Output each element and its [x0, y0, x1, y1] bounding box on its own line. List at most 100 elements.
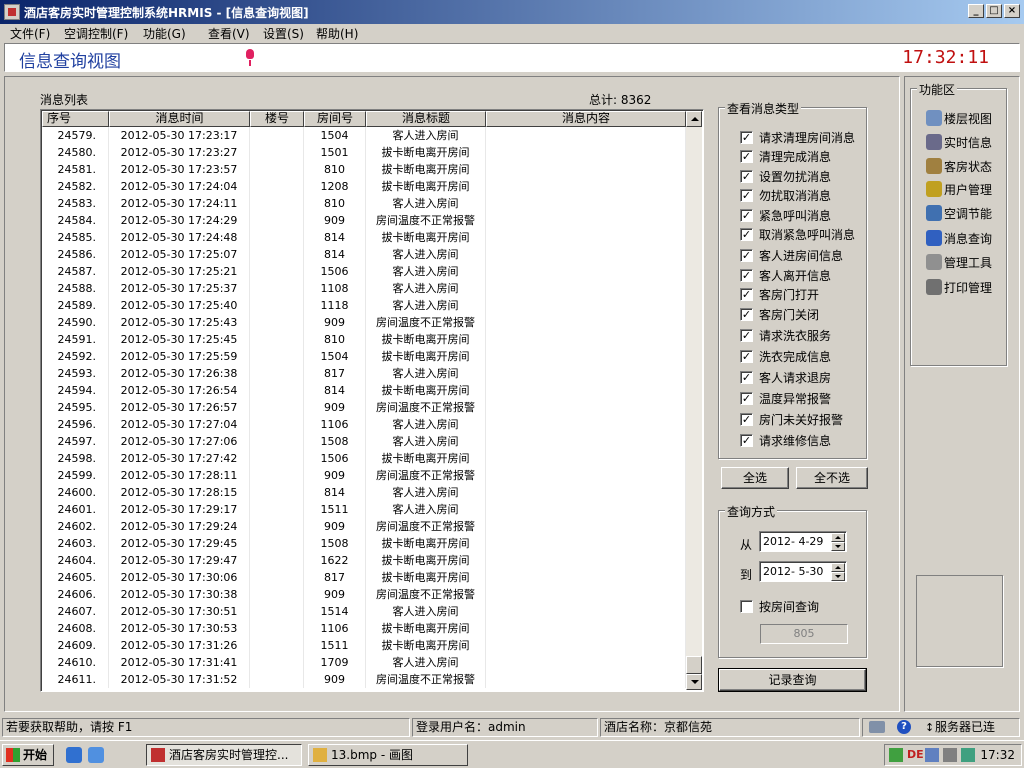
table-row[interactable]: 24601.2012-05-30 17:29:171511客人进入房间 [42, 501, 686, 518]
message-type-checkbox-row[interactable]: ✓请求洗衣服务 [740, 327, 831, 343]
table-row[interactable]: 24608.2012-05-30 17:30:531106拔卡断电离开房间 [42, 620, 686, 637]
help-icon[interactable]: ? [897, 720, 911, 734]
table-row[interactable]: 24582.2012-05-30 17:24:041208拔卡断电离开房间 [42, 178, 686, 195]
function-item[interactable]: 用户管理 [926, 179, 992, 199]
column-seq[interactable]: 序号 [42, 111, 109, 127]
table-row[interactable]: 24585.2012-05-30 17:24:48814拔卡断电离开房间 [42, 229, 686, 246]
close-button[interactable]: × [1004, 4, 1020, 18]
scroll-up-arrow-icon[interactable] [686, 111, 702, 127]
column-time[interactable]: 消息时间 [109, 111, 250, 127]
table-row[interactable]: 24588.2012-05-30 17:25:371108客人进入房间 [42, 280, 686, 297]
table-row[interactable]: 24599.2012-05-30 17:28:11909房间温度不正常报警 [42, 467, 686, 484]
message-type-checkbox-row[interactable]: ✓客房门关闭 [740, 306, 819, 322]
spin-down-icon[interactable] [831, 572, 845, 581]
menu-file[interactable]: 文件(F) [10, 25, 50, 42]
table-row[interactable]: 24611.2012-05-30 17:31:52909房间温度不正常报警 [42, 671, 686, 688]
table-row[interactable]: 24597.2012-05-30 17:27:061508客人进入房间 [42, 433, 686, 450]
message-type-checkbox-row[interactable]: ✓洗衣完成信息 [740, 348, 831, 364]
table-row[interactable]: 24590.2012-05-30 17:25:43909房间温度不正常报警 [42, 314, 686, 331]
start-button[interactable]: 开始 [2, 744, 54, 766]
message-type-checkbox[interactable]: ✓ [740, 434, 753, 447]
column-title[interactable]: 消息标题 [366, 111, 486, 127]
table-row[interactable]: 24581.2012-05-30 17:23:57810拔卡断电离开房间 [42, 161, 686, 178]
function-item[interactable]: 管理工具 [926, 252, 992, 272]
message-type-checkbox-row[interactable]: ✓客人请求退房 [740, 369, 831, 385]
task-hrmis[interactable]: 酒店客房实时管理控... [146, 744, 302, 766]
by-room-checkbox-row[interactable]: 按房间查询 [740, 598, 819, 614]
table-row[interactable]: 24600.2012-05-30 17:28:15814客人进入房间 [42, 484, 686, 501]
message-type-checkbox[interactable]: ✓ [740, 249, 753, 262]
table-row[interactable]: 24606.2012-05-30 17:30:38909房间温度不正常报警 [42, 586, 686, 603]
message-type-checkbox[interactable]: ✓ [740, 350, 753, 363]
table-row[interactable]: 24602.2012-05-30 17:29:24909房间温度不正常报警 [42, 518, 686, 535]
message-type-checkbox[interactable]: ✓ [740, 288, 753, 301]
table-row[interactable]: 24592.2012-05-30 17:25:591504拔卡断电离开房间 [42, 348, 686, 365]
spin-up-icon[interactable] [831, 533, 845, 542]
scroll-down-arrow-icon[interactable] [686, 674, 702, 690]
table-row[interactable]: 24605.2012-05-30 17:30:06817拔卡断电离开房间 [42, 569, 686, 586]
message-type-checkbox-row[interactable]: ✓勿扰取消消息 [740, 187, 831, 203]
column-floor[interactable]: 楼号 [250, 111, 304, 127]
function-item[interactable]: 打印管理 [926, 277, 992, 297]
message-type-checkbox[interactable]: ✓ [740, 209, 753, 222]
record-query-button[interactable]: 记录查询 [719, 669, 866, 691]
table-row[interactable]: 24607.2012-05-30 17:30:511514客人进入房间 [42, 603, 686, 620]
menu-view[interactable]: 查看(V) [208, 25, 250, 42]
desktop-icon[interactable] [88, 747, 104, 763]
ie-icon[interactable] [66, 747, 82, 763]
column-room[interactable]: 房间号 [304, 111, 366, 127]
input-method-label[interactable]: DE [907, 748, 924, 761]
by-room-checkbox[interactable] [740, 600, 753, 613]
message-type-checkbox-row[interactable]: ✓请求维修信息 [740, 432, 831, 448]
table-row[interactable]: 24596.2012-05-30 17:27:041106客人进入房间 [42, 416, 686, 433]
tray-app-icon[interactable] [889, 748, 903, 762]
table-row[interactable]: 24587.2012-05-30 17:25:211506客人进入房间 [42, 263, 686, 280]
message-type-checkbox-row[interactable]: ✓紧急呼叫消息 [740, 207, 831, 223]
message-type-checkbox[interactable]: ✓ [740, 189, 753, 202]
minimize-button[interactable]: _ [968, 4, 984, 18]
message-type-checkbox-row[interactable]: ✓设置勿扰消息 [740, 168, 831, 184]
message-type-checkbox[interactable]: ✓ [740, 170, 753, 183]
message-type-checkbox-row[interactable]: ✓房门未关好报警 [740, 411, 843, 427]
table-row[interactable]: 24579.2012-05-30 17:23:171504客人进入房间 [42, 127, 686, 144]
table-row[interactable]: 24610.2012-05-30 17:31:411709客人进入房间 [42, 654, 686, 671]
spin-up-icon[interactable] [831, 563, 845, 572]
column-content[interactable]: 消息内容 [486, 111, 686, 127]
message-type-checkbox-row[interactable]: ✓温度异常报警 [740, 390, 831, 406]
message-type-checkbox[interactable]: ✓ [740, 228, 753, 241]
app-icon[interactable] [4, 4, 20, 20]
menu-function[interactable]: 功能(G) [143, 25, 186, 42]
volume-icon[interactable] [943, 748, 957, 762]
task-paint[interactable]: 13.bmp - 画图 [308, 744, 468, 766]
table-row[interactable]: 24583.2012-05-30 17:24:11810客人进入房间 [42, 195, 686, 212]
table-row[interactable]: 24604.2012-05-30 17:29:471622拔卡断电离开房间 [42, 552, 686, 569]
table-row[interactable]: 24593.2012-05-30 17:26:38817客人进入房间 [42, 365, 686, 382]
maximize-button[interactable]: □ [986, 4, 1002, 18]
function-item[interactable]: 楼层视图 [926, 108, 992, 128]
menu-settings[interactable]: 设置(S) [263, 25, 304, 42]
function-item[interactable]: 实时信息 [926, 132, 992, 152]
table-row[interactable]: 24580.2012-05-30 17:23:271501拔卡断电离开房间 [42, 144, 686, 161]
message-type-checkbox-row[interactable]: ✓清理完成消息 [740, 148, 831, 164]
message-list[interactable]: 序号 消息时间 楼号 房间号 消息标题 消息内容 24579.2012-05-3… [40, 109, 704, 692]
table-row[interactable]: 24603.2012-05-30 17:29:451508拔卡断电离开房间 [42, 535, 686, 552]
message-type-checkbox[interactable]: ✓ [740, 329, 753, 342]
message-type-checkbox[interactable]: ✓ [740, 413, 753, 426]
menu-help[interactable]: 帮助(H) [316, 25, 358, 42]
title-bar[interactable]: 酒店客房实时管理控制系统HRMIS - [信息查询视图] _ □ × [0, 0, 1024, 24]
table-row[interactable]: 24589.2012-05-30 17:25:401118客人进入房间 [42, 297, 686, 314]
message-type-checkbox-row[interactable]: ✓取消紧急呼叫消息 [740, 226, 855, 242]
spin-down-icon[interactable] [831, 542, 845, 551]
taskbar-clock[interactable]: 17:32 [980, 748, 1015, 762]
message-type-checkbox-row[interactable]: ✓请求清理房间消息 [740, 129, 855, 145]
table-row[interactable]: 24594.2012-05-30 17:26:54814拔卡断电离开房间 [42, 382, 686, 399]
tray-network-icon[interactable] [925, 748, 939, 762]
tray-monitor-icon[interactable] [961, 748, 975, 762]
table-row[interactable]: 24598.2012-05-30 17:27:421506拔卡断电离开房间 [42, 450, 686, 467]
menu-ac-control[interactable]: 空调控制(F) [64, 25, 128, 42]
function-item[interactable]: 空调节能 [926, 203, 992, 223]
table-row[interactable]: 24609.2012-05-30 17:31:261511拔卡断电离开房间 [42, 637, 686, 654]
message-type-checkbox[interactable]: ✓ [740, 371, 753, 384]
select-all-button[interactable]: 全选 [721, 467, 789, 489]
table-row[interactable]: 24591.2012-05-30 17:25:45810拔卡断电离开房间 [42, 331, 686, 348]
